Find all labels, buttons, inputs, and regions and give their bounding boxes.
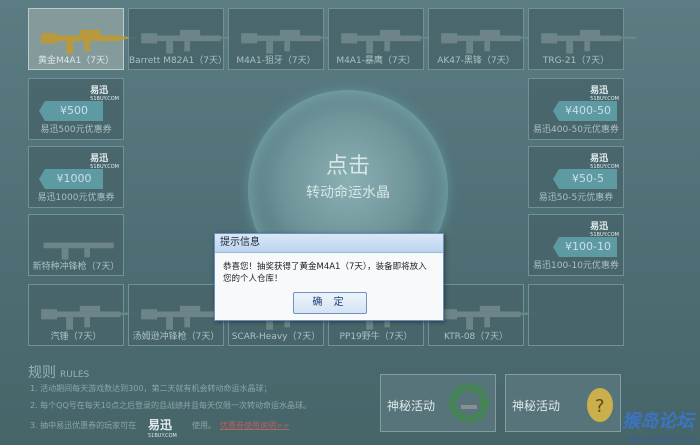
yixun-logo[interactable]: 易迅 51BUY.COM	[148, 416, 177, 439]
weapon-label: 汽锤（7天）	[50, 332, 102, 342]
voucher-400-50[interactable]: ¥400-50 易迅 51BUY.COM 易迅400-50元优惠券	[528, 78, 624, 140]
houdao-watermark: 猴岛论坛	[622, 411, 694, 432]
voucher-amount: ¥1000	[39, 169, 103, 189]
weapon-label: M4A1-暴鹰（7天）	[336, 56, 416, 66]
voucher-amount: ¥400-50	[553, 101, 617, 121]
weapon-tile-1[interactable]: Barrett M82A1（7天）	[128, 8, 237, 70]
svg-text:?: ?	[595, 396, 605, 417]
rifle-icon	[441, 29, 537, 54]
golden-egg-icon: ?	[587, 388, 613, 422]
weapon-tile-0[interactable]: 黄金M4A1（7天）	[28, 8, 137, 70]
voucher-100-10[interactable]: ¥100-10 易迅 51BUY.COM 易迅100-10元优惠券	[528, 214, 624, 276]
dialog-message: 恭喜您！抽奖获得了黄金M4A1（7天），装备即将放入您的个人仓库！	[223, 262, 427, 284]
weapon-label: 黄金M4A1（7天）	[37, 56, 115, 66]
weapon-label: AK47-黑锋（7天）	[437, 56, 515, 66]
smg-icon	[43, 242, 114, 260]
mystery-event-2[interactable]: 神秘活动 ?	[505, 374, 621, 432]
weapon-tile-4[interactable]: AK47-黑锋（7天）	[428, 8, 537, 70]
mystery-label: 神秘活动	[512, 399, 561, 413]
voucher-amount: ¥100-10	[553, 237, 617, 257]
rule-2: 2. 每个QQ号在每天10点之后登录的且战绩并且每天仅限一次转动命运水晶球。	[30, 401, 311, 410]
weapon-label: KTR-08（7天）	[443, 332, 508, 342]
yixun-logo: 易迅 51BUY.COM	[590, 222, 619, 238]
weapon-tile-2[interactable]: M4A1-狙牙（7天）	[228, 8, 337, 70]
weapon-tile-empty	[528, 284, 624, 346]
weapon-label: PP19野牛（7天）	[339, 332, 413, 342]
weapon-label: TRG-21（7天）	[542, 56, 610, 66]
rules-heading: 规则 RULES	[28, 365, 90, 381]
weapon-label: 汤姆逊冲锋枪（7天）	[132, 332, 220, 342]
yixun-logo: 易迅 51BUY.COM	[90, 154, 119, 170]
voucher-label: 易迅100-10元优惠券	[533, 261, 619, 271]
rifle-icon	[241, 29, 337, 54]
weapon-tile-3[interactable]: M4A1-暴鹰（7天）	[328, 8, 437, 70]
rifle-icon	[341, 29, 437, 54]
voucher-amount: ¥50-5	[553, 169, 617, 189]
rifle-icon	[441, 305, 537, 330]
event-page: 黄金M4A1（7天） Barrett M82A1（7天） M4A1-狙牙（7天） M4…	[0, 0, 700, 445]
rule-1: 1. 活动期间每天游戏数达到300，第二天就有机会转动命运水晶球；	[30, 384, 272, 393]
mystery-event-1[interactable]: 神秘活动	[380, 374, 496, 432]
voucher-label: 易迅1000元优惠券	[37, 193, 115, 203]
rifle-icon	[141, 29, 237, 54]
weapon-label: Barrett M82A1（7天）	[129, 56, 228, 66]
voucher-label: 易迅50-5元优惠券	[538, 193, 614, 203]
prompt-dialog: 提示信息 恭喜您！抽奖获得了黄金M4A1（7天），装备即将放入您的个人仓库！ 确…	[214, 233, 444, 321]
rule-3-tail: 使用。	[192, 421, 216, 430]
mystery-label: 神秘活动	[387, 399, 436, 413]
voucher-amount: ¥500	[39, 101, 103, 121]
weapon-label: SCAR-Heavy（7天）	[231, 332, 321, 342]
yixun-logo: 易迅 51BUY.COM	[90, 86, 119, 102]
wreath-icon	[449, 383, 489, 423]
weapon-label: 新特种冲锋枪（7天）	[32, 262, 120, 272]
voucher-1000[interactable]: ¥1000 易迅 51BUY.COM 易迅1000元优惠券	[28, 146, 124, 208]
yixun-logo: 易迅 51BUY.COM	[590, 86, 619, 102]
coupon-help-link[interactable]: 优惠券使用说明>>	[220, 420, 289, 431]
weapon-label: M4A1-狙牙（7天）	[236, 56, 316, 66]
weapon-tile-special-smg[interactable]: 新特种冲锋枪（7天）	[28, 214, 124, 276]
weapon-tile-bottom-0[interactable]: 汽锤（7天）	[28, 284, 137, 346]
yixun-logo: 易迅 51BUY.COM	[590, 154, 619, 170]
voucher-label: 易迅400-50元优惠券	[533, 125, 619, 135]
orb-sub-text: 转动命运水晶	[306, 185, 390, 201]
rifle-icon	[41, 305, 137, 330]
weapon-tile-bottom-1[interactable]: 汤姆逊冲锋枪（7天）	[128, 284, 237, 346]
rifle-icon	[41, 29, 137, 54]
dialog-ok-button[interactable]: 确 定	[293, 292, 367, 314]
orb-click-text: 点击	[325, 154, 370, 179]
voucher-label: 易迅500元优惠券	[40, 125, 112, 135]
rule-3: 3. 抽中易迅优惠券的玩家可在	[30, 421, 137, 430]
dialog-title: 提示信息	[215, 234, 443, 253]
weapon-tile-5[interactable]: TRG-21（7天）	[528, 8, 637, 70]
voucher-500[interactable]: ¥500 易迅 51BUY.COM 易迅500元优惠券	[28, 78, 124, 140]
rifle-icon	[541, 29, 637, 54]
voucher-50-5[interactable]: ¥50-5 易迅 51BUY.COM 易迅50-5元优惠券	[528, 146, 624, 208]
houdao-url: BBS.HOUDAO.COM	[628, 436, 694, 444]
